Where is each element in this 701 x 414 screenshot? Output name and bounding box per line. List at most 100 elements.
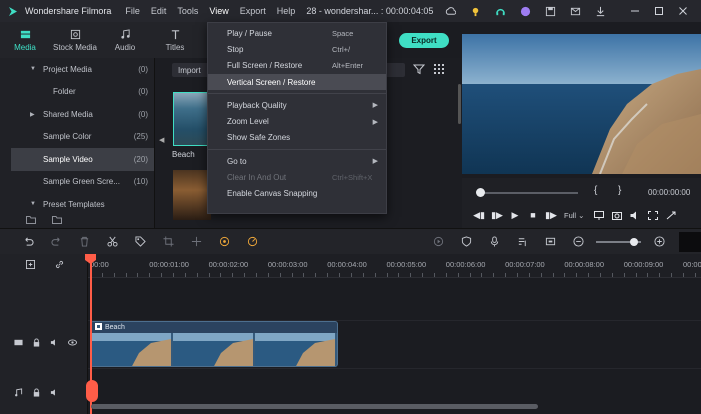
ruler-tick xyxy=(173,273,175,277)
split-audio-icon[interactable] xyxy=(182,229,210,255)
maximize-icon[interactable] xyxy=(652,4,666,18)
view-menu-dropdown: Play / Pause Space Stop Ctrl+/ Full Screen /… xyxy=(207,22,387,214)
tree-item-sample-video[interactable]: Sample Video (20) xyxy=(11,148,154,171)
playback-quality-select[interactable]: Full ⌄ xyxy=(564,211,584,220)
add-track-icon[interactable] xyxy=(26,260,35,271)
menu-item-zoom-level[interactable]: Zoom Level ▶ xyxy=(208,113,386,129)
playback-controls: ◀▮ ▮▶ ▶ ■ ▮▶ Full ⌄ xyxy=(462,208,701,222)
tag-icon[interactable] xyxy=(126,229,154,255)
menu-item-stop[interactable]: Stop Ctrl+/ xyxy=(208,41,386,57)
speed-icon[interactable] xyxy=(238,229,266,255)
tab-audio[interactable]: Audio xyxy=(100,22,150,58)
menu-help[interactable]: Help xyxy=(277,6,296,16)
tree-item-sample-color[interactable]: Sample Color (25) xyxy=(0,126,154,149)
mute-icon[interactable] xyxy=(50,338,59,349)
previous-frame-icon[interactable]: ◀▮ xyxy=(470,210,488,221)
mark-out-button[interactable]: } xyxy=(618,185,621,196)
tree-item-project-media[interactable]: ▼ Project Media (0) xyxy=(0,58,154,81)
tab-stock-media[interactable]: Stock Media xyxy=(50,22,100,58)
snapshot-frame-icon[interactable] xyxy=(536,229,564,255)
preview-scrub-handle[interactable] xyxy=(476,188,485,197)
bulb-icon[interactable] xyxy=(468,4,482,18)
tree-item-folder[interactable]: Folder (0) xyxy=(0,81,154,104)
minimize-icon[interactable] xyxy=(628,4,642,18)
save-icon[interactable] xyxy=(543,4,557,18)
menu-export[interactable]: Export xyxy=(240,6,266,16)
close-icon[interactable] xyxy=(676,4,690,18)
media-thumbnail-beach[interactable] xyxy=(173,92,211,146)
expand-icon[interactable] xyxy=(662,211,680,220)
expand-arrow-icon[interactable]: ▼ xyxy=(30,66,38,72)
tree-item-count: (10) xyxy=(133,177,148,187)
menu-edit[interactable]: Edit xyxy=(151,6,167,16)
preview-window[interactable] xyxy=(462,34,701,174)
audio-track-marker[interactable] xyxy=(86,380,98,402)
tree-footer xyxy=(0,212,155,228)
zoom-out-icon[interactable] xyxy=(564,229,592,255)
mark-in-button[interactable]: { xyxy=(594,185,597,196)
snapshot-icon[interactable] xyxy=(608,211,626,220)
export-button[interactable]: Export xyxy=(399,33,449,48)
zoom-slider[interactable] xyxy=(596,237,641,246)
zoom-slider-handle[interactable] xyxy=(630,237,639,246)
play-slow-icon[interactable]: ▮▶ xyxy=(488,210,506,221)
ruler-tick xyxy=(516,273,518,277)
grid-view-icon[interactable] xyxy=(433,63,447,77)
menu-item-full-screen-restore[interactable]: Full Screen / Restore Alt+Enter xyxy=(208,58,386,74)
collapse-panel-icon[interactable]: ◀ xyxy=(159,136,165,150)
media-thumbnail[interactable] xyxy=(173,170,211,220)
volume-icon[interactable] xyxy=(626,211,644,220)
fullscreen-icon[interactable] xyxy=(644,210,662,220)
new-folder-icon[interactable] xyxy=(26,215,36,226)
folder-icon[interactable] xyxy=(52,215,62,226)
display-icon[interactable] xyxy=(590,210,608,220)
microphone-icon[interactable] xyxy=(480,229,508,255)
cloud-icon[interactable] xyxy=(443,4,457,18)
menu-item-playback-quality[interactable]: Playback Quality ▶ xyxy=(208,97,386,113)
expand-arrow-icon[interactable]: ▶ xyxy=(30,111,38,118)
undo-icon[interactable] xyxy=(14,229,42,255)
delete-icon[interactable] xyxy=(70,229,98,255)
menu-file[interactable]: File xyxy=(125,6,140,16)
headset-icon[interactable] xyxy=(493,4,507,18)
voiceover-icon[interactable] xyxy=(508,229,536,255)
account-icon[interactable] xyxy=(518,4,532,18)
filter-icon[interactable] xyxy=(412,63,427,77)
tree-item-shared-media[interactable]: ▶ Shared Media (0) xyxy=(0,103,154,126)
render-icon[interactable] xyxy=(424,229,452,255)
redo-icon[interactable] xyxy=(42,229,70,255)
tab-media[interactable]: Media xyxy=(0,22,50,58)
tree-item-sample-green-screen[interactable]: Sample Green Scre... (10) xyxy=(0,171,154,194)
lock-icon[interactable] xyxy=(32,338,41,349)
menu-item-play-pause[interactable]: Play / Pause Space xyxy=(208,25,386,41)
message-icon[interactable] xyxy=(568,4,582,18)
shield-icon[interactable] xyxy=(452,229,480,255)
zoom-in-icon[interactable] xyxy=(645,229,673,255)
menu-item-show-safe-zones[interactable]: Show Safe Zones xyxy=(208,130,386,146)
tab-titles[interactable]: Titles xyxy=(150,22,200,58)
next-frame-icon[interactable]: ▮▶ xyxy=(542,210,560,221)
cut-icon[interactable] xyxy=(98,229,126,255)
download-icon[interactable] xyxy=(593,4,607,18)
menu-item-go-to[interactable]: Go to ▶ xyxy=(208,153,386,169)
media-scrollbar[interactable] xyxy=(458,84,461,124)
timeline-tracks[interactable]: Beach xyxy=(88,278,701,414)
mute-icon[interactable] xyxy=(50,388,59,399)
color-match-icon[interactable] xyxy=(210,229,238,255)
timeline-ruler[interactable]: 00:00 00:00:01:00 00:00:02:00 00:00:03:00 00… xyxy=(88,254,701,278)
preview-scrub-track[interactable] xyxy=(478,192,578,194)
timeline-video-clip[interactable]: Beach xyxy=(90,321,338,367)
eye-icon[interactable] xyxy=(68,338,77,349)
stop-icon[interactable]: ■ xyxy=(524,210,542,220)
menu-tools[interactable]: Tools xyxy=(177,6,198,16)
menu-item-vertical-screen-restore[interactable]: Vertical Screen / Restore xyxy=(208,73,386,91)
link-icon[interactable] xyxy=(55,260,64,271)
play-icon[interactable]: ▶ xyxy=(506,210,524,221)
menu-item-enable-canvas-snapping[interactable]: Enable Canvas Snapping xyxy=(208,186,386,202)
lock-icon[interactable] xyxy=(32,388,41,399)
menu-view[interactable]: View xyxy=(209,6,228,16)
import-button[interactable]: Import xyxy=(172,63,212,77)
crop-icon[interactable] xyxy=(154,229,182,255)
timeline-scrollbar[interactable] xyxy=(91,404,538,409)
expand-arrow-icon[interactable]: ▼ xyxy=(30,201,38,207)
